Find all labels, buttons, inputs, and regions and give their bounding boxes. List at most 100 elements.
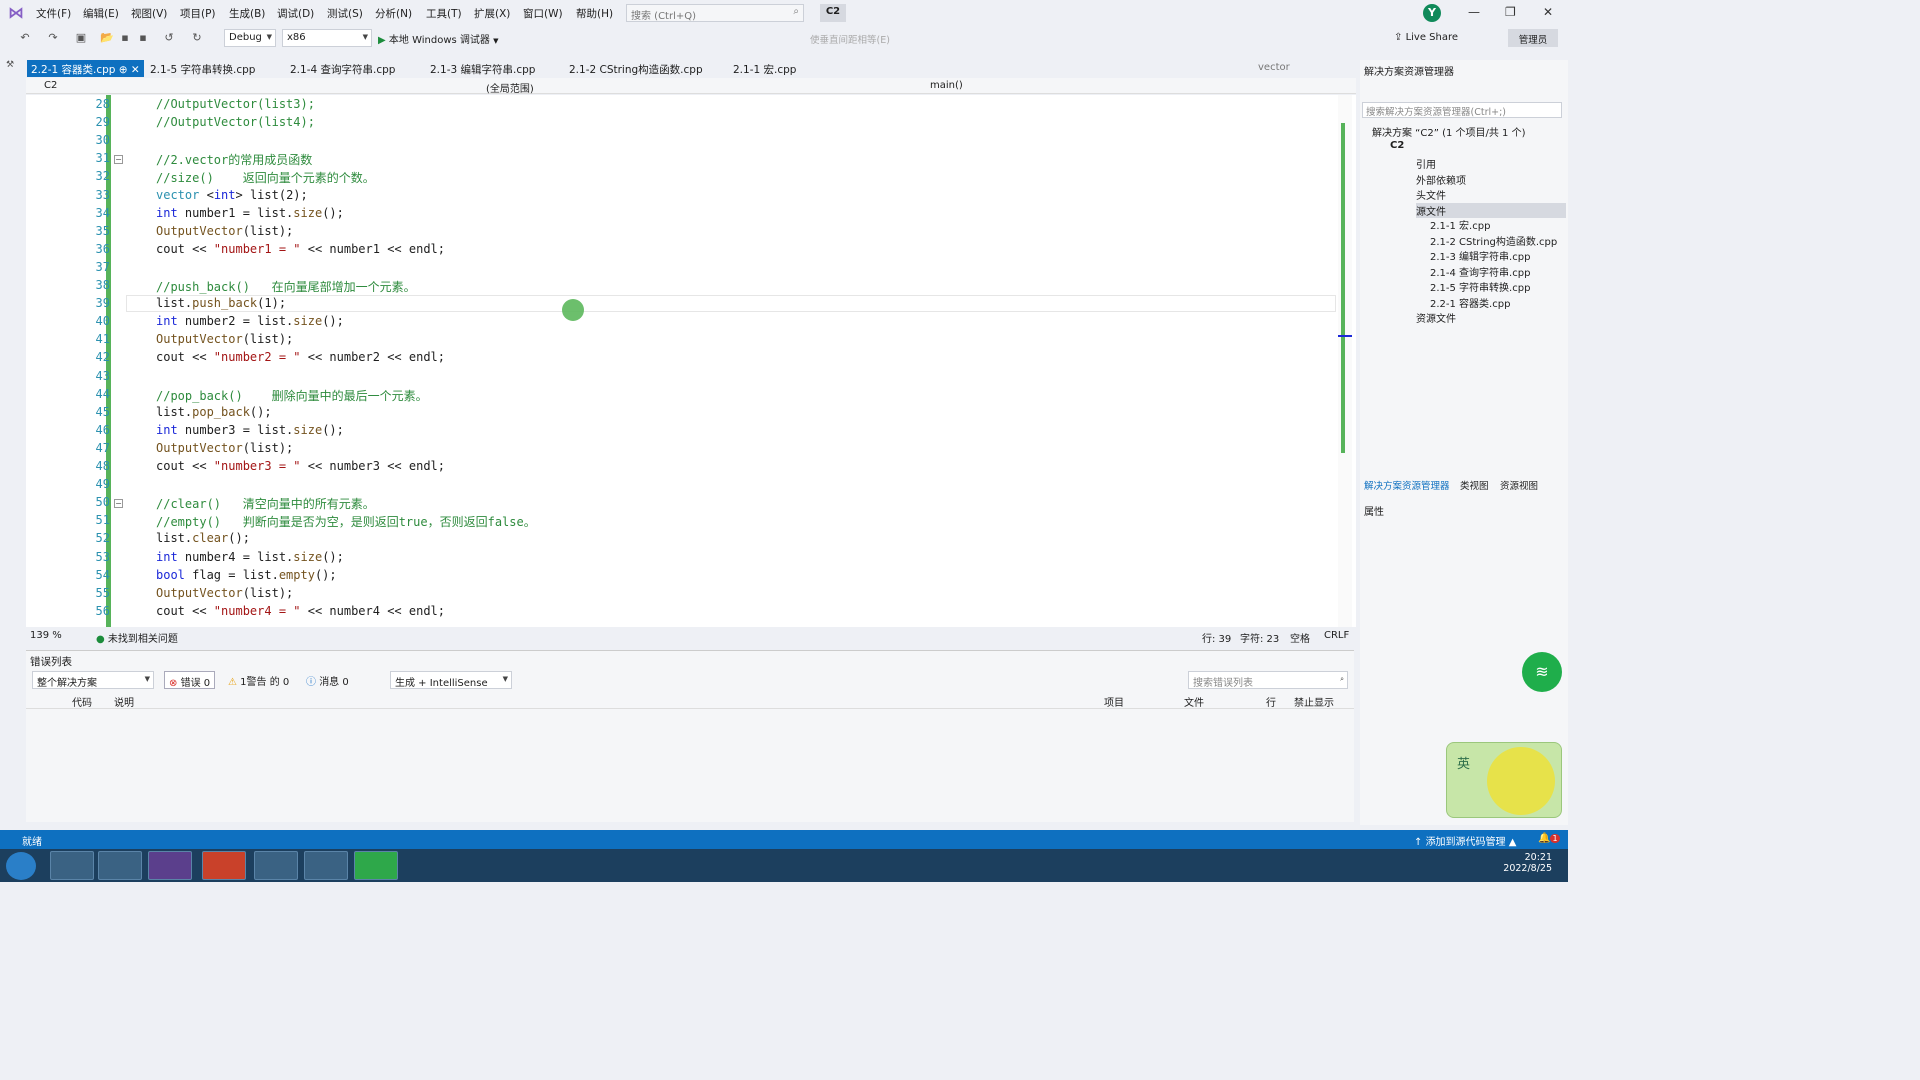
- line-ending[interactable]: CRLF: [1324, 630, 1349, 641]
- code-line[interactable]: cout << "number2 = " << number2 << endl;: [156, 350, 445, 364]
- error-search-input[interactable]: 搜索错误列表 ⌕: [1188, 671, 1348, 689]
- tree-folder-node[interactable]: 源文件: [1416, 202, 1566, 218]
- code-line[interactable]: OutputVector(list);: [156, 586, 293, 600]
- help-taskbar-icon[interactable]: [254, 851, 298, 880]
- code-line[interactable]: //2.vector的常用成员函数: [156, 151, 312, 168]
- maximize-button[interactable]: ❐: [1505, 5, 1516, 19]
- solution-root[interactable]: 解决方案 “C2” (1 个项目/共 1 个): [1372, 124, 1526, 139]
- errors-filter-button[interactable]: ⊗ 错误 0: [164, 671, 216, 689]
- admin-badge[interactable]: 管理员: [1508, 29, 1558, 47]
- error-column-header[interactable]: 行: [1266, 694, 1276, 709]
- avatar[interactable]: Y: [1423, 4, 1441, 22]
- menu-item[interactable]: 调试(D): [277, 6, 314, 21]
- scope-dropdown[interactable]: (全局范围): [486, 80, 534, 95]
- tree-file-node[interactable]: 2.1-1 宏.cpp: [1430, 217, 1490, 232]
- tab-document[interactable]: 2.1-1 宏.cpp: [729, 60, 800, 77]
- resources-node[interactable]: 资源文件: [1416, 310, 1456, 325]
- project-node[interactable]: C2: [1390, 140, 1404, 151]
- menu-item[interactable]: 分析(N): [375, 6, 412, 21]
- code-line[interactable]: list.clear();: [156, 531, 250, 545]
- panel-tab[interactable]: 解决方案资源管理器: [1364, 478, 1450, 492]
- code-line[interactable]: cout << "number4 = " << number4 << endl;: [156, 604, 445, 618]
- platform-select[interactable]: x86 ▼: [282, 29, 372, 47]
- forward-icon[interactable]: ↷: [46, 31, 60, 45]
- toolbox-strip[interactable]: ⚒: [0, 52, 24, 827]
- code-line[interactable]: OutputVector(list);: [156, 441, 293, 455]
- menu-item[interactable]: 窗口(W): [523, 6, 563, 21]
- menu-item[interactable]: 扩展(X): [474, 6, 510, 21]
- code-line[interactable]: vector <int> list(2);: [156, 188, 308, 202]
- run-debugger-button[interactable]: ▶ 本地 Windows 调试器 ▼: [378, 31, 498, 46]
- member-dropdown[interactable]: main(): [930, 80, 963, 91]
- menu-item[interactable]: 视图(V): [131, 6, 167, 21]
- config-select[interactable]: Debug ▼: [224, 29, 276, 47]
- error-column-header[interactable]: 代码: [72, 694, 92, 709]
- tab-document[interactable]: 2.1-4 查询字符串.cpp: [286, 60, 399, 77]
- code-line[interactable]: int number3 = list.size();: [156, 423, 344, 437]
- tab-overflow-label[interactable]: vector: [1258, 62, 1290, 73]
- code-line[interactable]: OutputVector(list);: [156, 224, 293, 238]
- fold-toggle-icon[interactable]: −: [114, 155, 123, 165]
- error-column-header[interactable]: 说明: [114, 694, 134, 709]
- live-share-button[interactable]: ⇪ Live Share: [1394, 32, 1458, 43]
- menu-item[interactable]: 文件(F): [36, 6, 71, 21]
- search-taskbar-icon[interactable]: [304, 851, 348, 880]
- menu-item[interactable]: 帮助(H): [576, 6, 613, 21]
- zoom-level[interactable]: 139 %: [30, 630, 62, 641]
- code-line[interactable]: //OutputVector(list4);: [156, 115, 315, 129]
- code-line[interactable]: list.pop_back();: [156, 405, 272, 419]
- solution-search-input[interactable]: 搜索解决方案资源管理器(Ctrl+;): [1362, 102, 1562, 118]
- ime-widget[interactable]: 英: [1446, 742, 1562, 818]
- save-icon[interactable]: ▪: [118, 31, 132, 45]
- project-dropdown[interactable]: C2: [44, 80, 57, 91]
- indent-mode[interactable]: 空格: [1290, 630, 1310, 645]
- tree-file-node[interactable]: 2.1-4 查询字符串.cpp: [1430, 264, 1530, 279]
- source-control-button[interactable]: ↑ 添加到源代码管理 ▲: [1414, 833, 1516, 848]
- code-line[interactable]: //empty() 判断向量是否为空，是则返回true，否则返回false。: [156, 513, 536, 530]
- tree-file-node[interactable]: 2.2-1 容器类.cpp: [1430, 295, 1510, 310]
- warnings-filter-button[interactable]: ⚠ 1警告 的 0: [228, 673, 289, 688]
- panel-tab[interactable]: 类视图: [1460, 478, 1489, 492]
- messages-filter-button[interactable]: ⓘ 消息 0: [306, 673, 349, 688]
- code-line[interactable]: //push_back() 在向量尾部增加一个元素。: [156, 278, 416, 295]
- close-tab-icon[interactable]: ⊕ ✕: [115, 64, 140, 76]
- code-editor[interactable]: 28 //OutputVector(list3); 29 //OutputVector…: [26, 95, 1356, 627]
- search-input[interactable]: 搜索 (Ctrl+Q) ⌕: [626, 4, 804, 22]
- code-line[interactable]: int number1 = list.size();: [156, 206, 344, 220]
- code-line[interactable]: //clear() 清空向量中的所有元素。: [156, 495, 375, 512]
- open-icon[interactable]: 📂: [100, 31, 114, 45]
- new-item-icon[interactable]: ▣: [74, 31, 88, 45]
- tree-file-node[interactable]: 2.1-5 字符串转换.cpp: [1430, 279, 1530, 294]
- wechat-taskbar-icon[interactable]: [354, 851, 398, 880]
- redo-icon[interactable]: ↻: [190, 31, 204, 45]
- code-line[interactable]: int number2 = list.size();: [156, 314, 344, 328]
- code-line[interactable]: OutputVector(list);: [156, 332, 293, 346]
- save-all-icon[interactable]: ▪: [136, 31, 150, 45]
- code-line[interactable]: cout << "number1 = " << number1 << endl;: [156, 242, 445, 256]
- chrome-taskbar-icon[interactable]: [50, 851, 94, 880]
- notification-icon[interactable]: 🔔 1: [1538, 833, 1560, 844]
- tab-document[interactable]: 2.1-5 字符串转换.cpp: [146, 60, 259, 77]
- code-line[interactable]: //OutputVector(list3);: [156, 97, 315, 111]
- tab-document[interactable]: 2.2-1 容器类.cpp ⊕ ✕: [27, 60, 144, 77]
- start-button[interactable]: [6, 852, 36, 880]
- error-column-header[interactable]: 禁止显示: [1294, 694, 1334, 709]
- scope-select[interactable]: 整个解决方案 ▼: [32, 671, 154, 689]
- fold-toggle-icon[interactable]: −: [114, 499, 123, 509]
- visual-studio-taskbar-icon[interactable]: [148, 851, 192, 880]
- wifi-widget-icon[interactable]: ≋: [1522, 652, 1562, 692]
- build-source-select[interactable]: 生成 + IntelliSense ▼: [390, 671, 512, 689]
- powerpoint-taskbar-icon[interactable]: [202, 851, 246, 880]
- menu-item[interactable]: 工具(T): [426, 6, 462, 21]
- code-line[interactable]: //pop_back() 删除向量中的最后一个元素。: [156, 387, 428, 404]
- back-icon[interactable]: ↶: [18, 31, 32, 45]
- editor-scrollbar[interactable]: [1338, 95, 1352, 627]
- undo-icon[interactable]: ↺: [162, 31, 176, 45]
- explorer-taskbar-icon[interactable]: [98, 851, 142, 880]
- tree-folder-node[interactable]: 外部依赖项: [1416, 172, 1466, 187]
- clock[interactable]: 20:21 2022/8/25: [1500, 852, 1552, 874]
- minimize-button[interactable]: —: [1468, 5, 1480, 19]
- menu-item[interactable]: 编辑(E): [83, 6, 119, 21]
- close-button[interactable]: ✕: [1543, 5, 1553, 19]
- tab-document[interactable]: 2.1-3 编辑字符串.cpp: [426, 60, 539, 77]
